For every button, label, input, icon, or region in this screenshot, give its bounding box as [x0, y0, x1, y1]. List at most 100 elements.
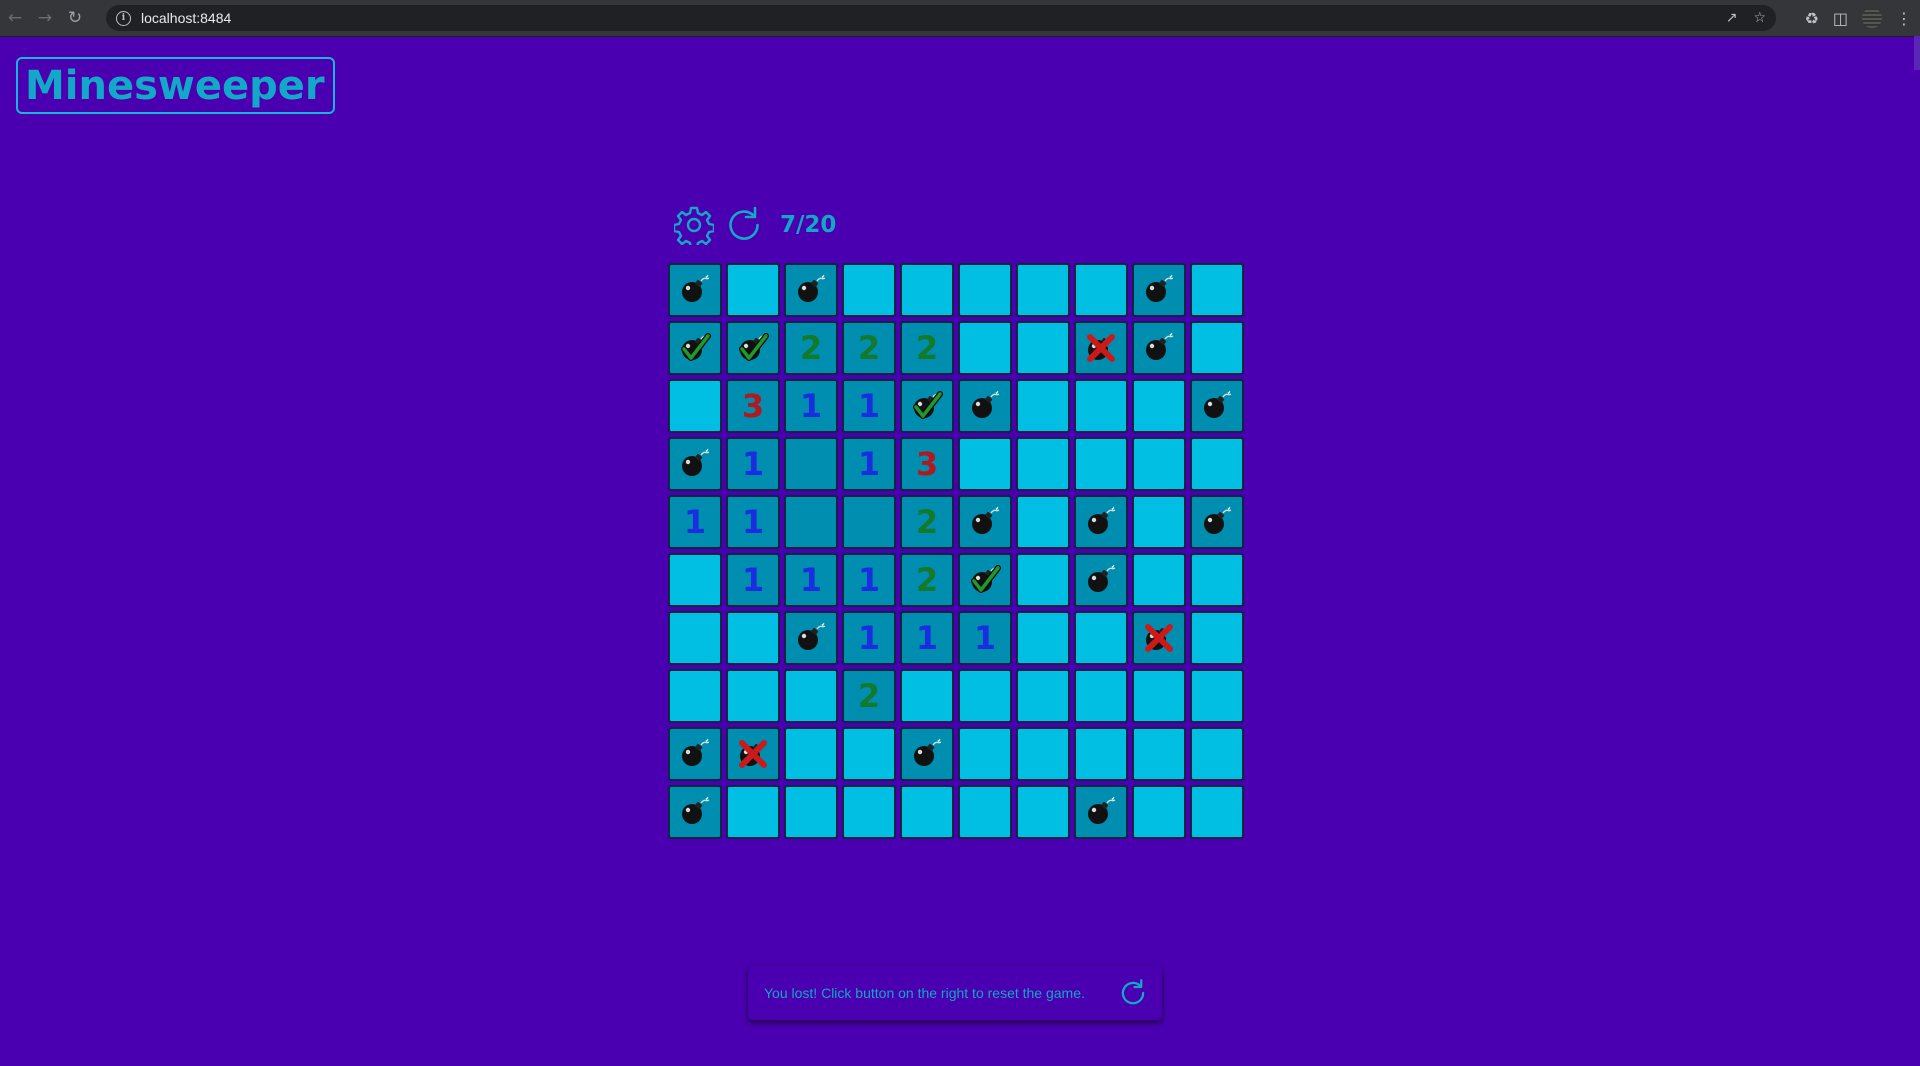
cell-mine[interactable]: [668, 437, 722, 491]
cell-number[interactable]: 1: [958, 611, 1012, 665]
cell-hidden[interactable]: [1132, 437, 1186, 491]
cell-number[interactable]: 3: [726, 379, 780, 433]
scrollbar-thumb[interactable]: [1914, 36, 1920, 70]
cell-correct-flag[interactable]: [668, 321, 722, 375]
kebab-menu-icon[interactable]: ⋮: [1896, 9, 1912, 28]
cell-hidden[interactable]: [1190, 321, 1244, 375]
cell-hidden[interactable]: [1074, 669, 1128, 723]
cell-hidden[interactable]: [1016, 321, 1070, 375]
cell-hidden[interactable]: [900, 785, 954, 839]
cell-mine[interactable]: [1074, 553, 1128, 607]
cell-hidden[interactable]: [1190, 553, 1244, 607]
cell-mine[interactable]: [958, 495, 1012, 549]
cell-wrong-flag[interactable]: [1074, 321, 1128, 375]
cell-hidden[interactable]: [1132, 553, 1186, 607]
cell-hidden[interactable]: [958, 437, 1012, 491]
extensions-puzzle-icon[interactable]: ♻: [1805, 9, 1819, 28]
settings-button[interactable]: [672, 203, 716, 247]
cell-hidden[interactable]: [784, 669, 838, 723]
cell-hidden[interactable]: [958, 727, 1012, 781]
cell-hidden[interactable]: [1016, 263, 1070, 317]
cell-empty[interactable]: [784, 437, 838, 491]
cell-number[interactable]: 1: [784, 553, 838, 607]
cell-hidden[interactable]: [1074, 611, 1128, 665]
cell-mine[interactable]: [1132, 321, 1186, 375]
cell-hidden[interactable]: [1132, 669, 1186, 723]
snackbar-reset-button[interactable]: [1114, 974, 1152, 1012]
cell-hidden[interactable]: [1132, 379, 1186, 433]
cell-mine[interactable]: [668, 785, 722, 839]
cell-correct-flag[interactable]: [958, 553, 1012, 607]
cell-hidden[interactable]: [900, 669, 954, 723]
cell-hidden[interactable]: [900, 263, 954, 317]
cell-hidden[interactable]: [726, 263, 780, 317]
cell-hidden[interactable]: [1074, 263, 1128, 317]
cell-hidden[interactable]: [1190, 437, 1244, 491]
cell-hidden[interactable]: [1074, 437, 1128, 491]
cell-hidden[interactable]: [1190, 727, 1244, 781]
side-panel-icon[interactable]: ◫: [1833, 9, 1848, 28]
cell-hidden[interactable]: [1016, 437, 1070, 491]
cell-hidden[interactable]: [668, 553, 722, 607]
cell-hidden[interactable]: [1190, 669, 1244, 723]
forward-arrow-icon[interactable]: →: [30, 0, 60, 36]
cell-hidden[interactable]: [668, 669, 722, 723]
cell-hidden[interactable]: [668, 611, 722, 665]
cell-hidden[interactable]: [842, 263, 896, 317]
cell-mine[interactable]: [1074, 785, 1128, 839]
cell-mine[interactable]: [784, 611, 838, 665]
cell-number[interactable]: 1: [842, 379, 896, 433]
cell-number[interactable]: 1: [900, 611, 954, 665]
cell-wrong-flag[interactable]: [726, 727, 780, 781]
cell-mine[interactable]: [958, 379, 1012, 433]
cell-hidden[interactable]: [958, 785, 1012, 839]
cell-hidden[interactable]: [668, 379, 722, 433]
cell-hidden[interactable]: [1074, 727, 1128, 781]
cell-hidden[interactable]: [1016, 669, 1070, 723]
cell-hidden[interactable]: [726, 785, 780, 839]
cell-hidden[interactable]: [1190, 263, 1244, 317]
info-icon[interactable]: i: [116, 10, 131, 26]
cell-wrong-flag[interactable]: [1132, 611, 1186, 665]
cell-mine[interactable]: [668, 727, 722, 781]
cell-mine[interactable]: [900, 727, 954, 781]
cell-number[interactable]: 2: [842, 321, 896, 375]
cell-hidden[interactable]: [958, 321, 1012, 375]
cell-hidden[interactable]: [1190, 611, 1244, 665]
cell-number[interactable]: 1: [842, 553, 896, 607]
cell-correct-flag[interactable]: [726, 321, 780, 375]
cell-hidden[interactable]: [784, 727, 838, 781]
cell-hidden[interactable]: [1190, 785, 1244, 839]
cell-correct-flag[interactable]: [900, 379, 954, 433]
cell-hidden[interactable]: [1132, 727, 1186, 781]
address-bar[interactable]: i localhost:8484 ↗ ☆: [106, 5, 1776, 31]
cell-hidden[interactable]: [1016, 379, 1070, 433]
cell-mine[interactable]: [1190, 379, 1244, 433]
cell-hidden[interactable]: [1074, 379, 1128, 433]
cell-empty[interactable]: [784, 495, 838, 549]
cell-empty[interactable]: [842, 495, 896, 549]
cell-hidden[interactable]: [1132, 785, 1186, 839]
cell-mine[interactable]: [1132, 263, 1186, 317]
back-arrow-icon[interactable]: ←: [0, 0, 30, 36]
cell-number[interactable]: 1: [726, 495, 780, 549]
cell-number[interactable]: 1: [668, 495, 722, 549]
cell-number[interactable]: 1: [726, 437, 780, 491]
cell-hidden[interactable]: [1016, 553, 1070, 607]
reload-icon[interactable]: ↻: [60, 0, 90, 36]
cell-number[interactable]: 2: [900, 321, 954, 375]
cell-hidden[interactable]: [726, 669, 780, 723]
reset-button[interactable]: [722, 203, 766, 247]
cell-hidden[interactable]: [1016, 727, 1070, 781]
cell-number[interactable]: 2: [842, 669, 896, 723]
cell-mine[interactable]: [1190, 495, 1244, 549]
cell-hidden[interactable]: [1016, 611, 1070, 665]
cell-hidden[interactable]: [842, 727, 896, 781]
bookmark-star-icon[interactable]: ☆: [1753, 10, 1766, 26]
profile-avatar[interactable]: [1862, 8, 1882, 28]
cell-number[interactable]: 1: [842, 437, 896, 491]
cell-hidden[interactable]: [958, 263, 1012, 317]
cell-hidden[interactable]: [1016, 495, 1070, 549]
cell-number[interactable]: 1: [784, 379, 838, 433]
cell-hidden[interactable]: [1132, 495, 1186, 549]
